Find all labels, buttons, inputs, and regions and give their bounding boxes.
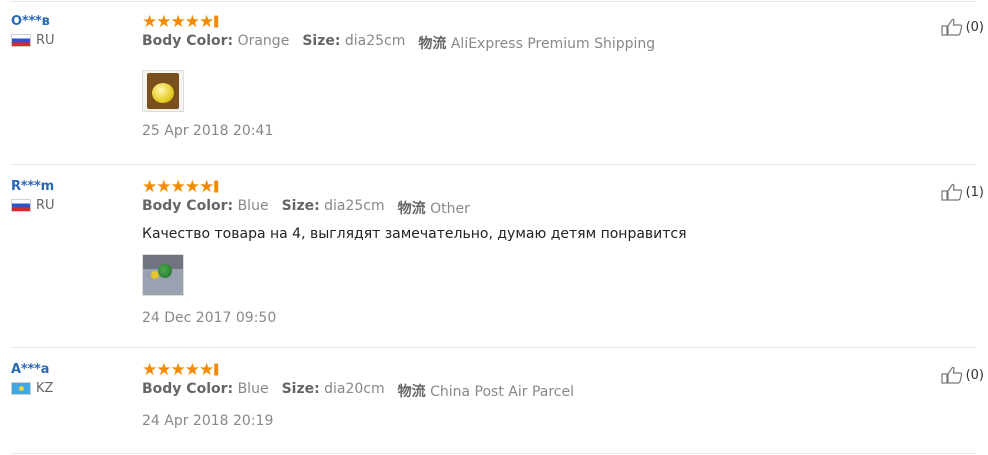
review-content: ★★★★★ ▌ Body Color: Orange Size: dia25cm …	[142, 12, 882, 139]
thumbs-up-icon[interactable]	[940, 18, 963, 36]
star-tail-icon: ▌	[214, 16, 222, 28]
stars-icon: ★★★★★	[142, 359, 214, 380]
helpful-count: (0)	[965, 19, 984, 35]
review-text: Качество товара на 4, выглядят замечател…	[142, 226, 687, 242]
review-photo-thumbnail[interactable]	[142, 70, 184, 112]
helpful-vote[interactable]: (1)	[940, 183, 984, 201]
reviewer-info: O***в RU	[11, 14, 131, 48]
review-attributes: Body Color: Blue Size: dia20cm 物流 China …	[142, 381, 882, 401]
star-tail-icon: ▌	[214, 364, 222, 376]
reviewer-info: R***m RU	[11, 179, 131, 213]
shipping-value: Other	[430, 201, 470, 217]
helpful-vote[interactable]: (0)	[940, 366, 984, 384]
review-date: 24 Apr 2018 20:19	[142, 413, 274, 429]
attr-label: Size:	[281, 198, 320, 214]
attr-label: Body Color:	[142, 381, 234, 397]
russia-flag-icon	[11, 34, 31, 47]
review-photo-thumbnail[interactable]	[142, 254, 184, 296]
shipping-value: China Post Air Parcel	[430, 384, 575, 400]
attr-value: Blue	[237, 198, 269, 214]
stars-icon: ★★★★★	[142, 176, 214, 197]
review-date: 24 Dec 2017 09:50	[142, 310, 277, 326]
country-code: RU	[36, 33, 55, 48]
stars-icon: ★★★★★	[142, 11, 214, 32]
kazakhstan-flag-icon	[11, 382, 31, 395]
review-item: R***m RU ★★★★★ ▌ Body Color: Blue Size: d…	[10, 165, 984, 348]
attr-value: dia25cm	[344, 33, 406, 49]
reviewer-country: RU	[11, 33, 131, 48]
attr-label: Size:	[281, 381, 320, 397]
reviewer-country: KZ	[11, 381, 131, 396]
country-code: RU	[36, 198, 55, 213]
reviewer-name[interactable]: R***m	[11, 179, 131, 194]
review-item: O***в RU ★★★★★ ▌ Body Color: Orange Size:…	[10, 0, 984, 165]
thumbs-up-icon[interactable]	[940, 366, 963, 384]
reviews-list: O***в RU ★★★★★ ▌ Body Color: Orange Size:…	[0, 0, 988, 455]
attr-label: Size:	[302, 33, 341, 49]
attr-label: Body Color:	[142, 198, 234, 214]
shipping-label: 物流	[397, 201, 426, 217]
shipping-label: 物流	[397, 384, 426, 400]
reviewer-name[interactable]: O***в	[11, 14, 131, 29]
review-content: ★★★★★ ▌ Body Color: Blue Size: dia20cm 物流…	[142, 360, 882, 429]
russia-flag-icon	[11, 199, 31, 212]
star-rating: ★★★★★ ▌	[142, 177, 882, 197]
attr-value: Blue	[237, 381, 269, 397]
shipping-label: 物流	[418, 36, 447, 52]
review-date: 25 Apr 2018 20:41	[142, 123, 274, 139]
attr-value: dia20cm	[324, 381, 385, 397]
review-content: ★★★★★ ▌ Body Color: Blue Size: dia25cm 物流…	[142, 177, 882, 326]
reviewer-info: A***a KZ	[11, 362, 131, 396]
star-rating: ★★★★★ ▌	[142, 12, 882, 32]
reviewer-name[interactable]: A***a	[11, 362, 131, 377]
star-rating: ★★★★★ ▌	[142, 360, 882, 380]
attr-value: dia25cm	[324, 198, 385, 214]
helpful-count: (1)	[965, 184, 984, 200]
review-attributes: Body Color: Blue Size: dia25cm 物流 Other	[142, 198, 882, 218]
helpful-vote[interactable]: (0)	[940, 18, 984, 36]
country-code: KZ	[36, 381, 54, 396]
shipping-value: AliExpress Premium Shipping	[450, 36, 656, 52]
thumbs-up-icon[interactable]	[940, 183, 963, 201]
review-attributes: Body Color: Orange Size: dia25cm 物流 AliE…	[142, 33, 882, 53]
reviewer-country: RU	[11, 198, 131, 213]
attr-value: Orange	[237, 33, 290, 49]
review-item: A***a KZ ★★★★★ ▌ Body Color: Blue Size: d…	[10, 348, 984, 454]
attr-label: Body Color:	[142, 33, 234, 49]
star-tail-icon: ▌	[214, 181, 222, 193]
helpful-count: (0)	[965, 367, 984, 383]
